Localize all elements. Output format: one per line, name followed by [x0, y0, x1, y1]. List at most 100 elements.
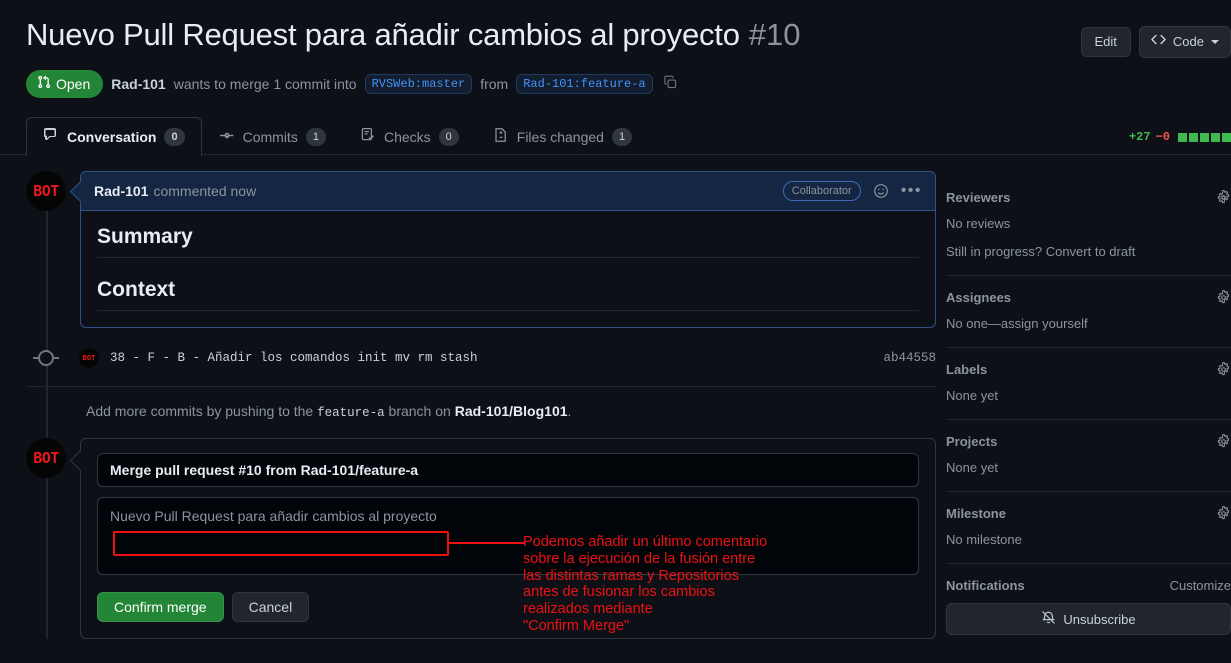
sidebar-milestone-title: Milestone [946, 506, 1006, 521]
merge-actions: Confirm merge Cancel [97, 592, 919, 622]
tab-files-changed-count: 1 [611, 127, 633, 146]
sidebar-section-milestone: Milestone No milestone [946, 491, 1231, 563]
avatar[interactable]: BOT [26, 171, 66, 211]
pr-tabs: Conversation 0 Commits 1 Checks 0 Files … [0, 116, 1231, 156]
copy-icon[interactable] [663, 75, 678, 93]
commit-avatar-label: BOT [82, 354, 96, 362]
more-options-icon[interactable]: ••• [901, 183, 922, 199]
merge-form-row: BOT Confirm merge Cancel [26, 438, 936, 639]
heading-context: Context [97, 278, 919, 311]
code-brackets-icon [1151, 32, 1166, 52]
code-button-label: Code [1172, 34, 1204, 49]
pull-request-icon [37, 75, 51, 93]
tab-checks-label: Checks [383, 128, 431, 145]
page-title: Nuevo Pull Request para añadir cambios a… [26, 17, 740, 52]
comment-box: Rad-101 commented now Collaborator ••• S… [80, 171, 936, 328]
commit-icon [219, 127, 235, 146]
edit-button[interactable]: Edit [1080, 27, 1131, 57]
customize-link[interactable]: Customize [1170, 578, 1231, 593]
author-name: Rad-101 [111, 76, 166, 92]
timeline-column: BOT Rad-101 commented now Collaborator •… [26, 171, 936, 639]
commit-item: BOT 38 - F - B - Añadir los comandos ini… [26, 348, 936, 368]
pr-meta-from: from [480, 76, 509, 92]
head-branch-badge[interactable]: Rad-101:feature-a [516, 74, 653, 94]
merge-avatar-label: BOT [33, 449, 59, 467]
emoji-reaction-icon[interactable] [873, 183, 889, 199]
commit-message[interactable]: 38 - F - B - Añadir los comandos init mv… [110, 351, 478, 365]
code-button[interactable]: Code [1138, 26, 1231, 58]
tab-conversation[interactable]: Conversation 0 [26, 117, 202, 156]
add-commits-suffix: . [567, 403, 572, 419]
add-more-commits-text: Add more commits by pushing to the featu… [86, 403, 936, 420]
status-badge: Open [26, 70, 104, 98]
comment-item: BOT Rad-101 commented now Collaborator •… [26, 171, 936, 328]
comment-header: Rad-101 commented now Collaborator ••• [81, 172, 935, 211]
file-diff-icon [493, 127, 509, 146]
sidebar-section-assignees: Assignees No one—assign yourself [946, 275, 1231, 347]
header-actions: Edit Code [1080, 26, 1231, 58]
pr-meta: Open Rad-101 wants to merge 1 commit int… [26, 70, 1231, 98]
sidebar-section-projects: Projects None yet [946, 419, 1231, 491]
sidebar-reviewers-header: Reviewers [946, 190, 1231, 205]
comment-author[interactable]: Rad-101 [94, 183, 148, 199]
unsubscribe-button[interactable]: Unsubscribe [946, 603, 1231, 635]
sidebar-section-notifications: Notifications Customize Unsubscribe [946, 563, 1231, 649]
merge-title-input[interactable] [97, 453, 919, 487]
commit-avatar[interactable]: BOT [79, 348, 99, 368]
sidebar-milestone-header: Milestone [946, 506, 1231, 521]
pull-request-page: Nuevo Pull Request para añadir cambios a… [0, 0, 1231, 663]
gear-icon[interactable] [1216, 506, 1231, 521]
commit-hash[interactable]: ab44558 [883, 351, 936, 365]
pr-meta-author: Rad-101 [111, 76, 165, 92]
annotation-text: Podemos añadir un último comentario sobr… [523, 534, 768, 634]
bell-slash-icon [1041, 610, 1056, 628]
sidebar-assignees-header: Assignees [946, 290, 1231, 305]
pr-header: Nuevo Pull Request para añadir cambios a… [0, 0, 1231, 98]
tab-checks-count: 0 [438, 127, 459, 146]
sidebar-section-reviewers: Reviewers No reviews Still in progress? … [946, 190, 1231, 275]
merge-description-input[interactable] [97, 497, 919, 575]
cancel-button[interactable]: Cancel [231, 592, 310, 622]
sidebar-milestone-value: No milestone [946, 532, 1022, 547]
sidebar-projects-value: None yet [946, 460, 999, 475]
gear-icon[interactable] [1216, 190, 1231, 205]
sidebar-labels-title: Labels [946, 362, 988, 377]
sidebar-assignees-title: Assignees [946, 290, 1012, 305]
timeline-divider [26, 386, 936, 387]
status-badge-label: Open [56, 76, 91, 92]
sidebar-projects-header: Projects [946, 434, 1231, 449]
tab-commits-label: Commits [242, 128, 298, 145]
annotation-leader-line [449, 542, 525, 544]
sidebar-notifications-title: Notifications [946, 578, 1025, 593]
sidebar-notifications-header: Notifications Customize [946, 578, 1231, 593]
sidebar-labels-value: None yet [946, 388, 999, 403]
commit-node-icon [33, 350, 59, 366]
comment-header-actions: Collaborator ••• [782, 181, 922, 201]
pr-number: #10 [748, 17, 801, 52]
tab-conversation-count: 0 [164, 127, 185, 146]
tab-commits-count: 1 [305, 127, 326, 146]
convert-to-draft-link[interactable]: Still in progress? Convert to draft [946, 243, 1231, 261]
tab-files-changed[interactable]: Files changed 1 [476, 117, 649, 156]
sidebar-labels-header: Labels [946, 362, 1231, 377]
pr-title-row: Nuevo Pull Request para añadir cambios a… [26, 14, 1231, 56]
comment-body: Summary Context [81, 211, 935, 327]
tab-commits[interactable]: Commits 1 [202, 117, 343, 156]
merge-box: Confirm merge Cancel [80, 438, 936, 639]
add-commits-branch: feature-a [317, 406, 385, 420]
merge-avatar[interactable]: BOT [26, 438, 66, 478]
confirm-merge-button[interactable]: Confirm merge [97, 592, 224, 622]
sidebar-reviewers-title: Reviewers [946, 190, 1011, 205]
sidebar-assignees-value[interactable]: No one—assign yourself [946, 315, 1231, 333]
gear-icon[interactable] [1216, 362, 1231, 377]
avatar-label: BOT [33, 182, 59, 200]
sidebar-projects-title: Projects [946, 434, 998, 449]
unsubscribe-label: Unsubscribe [1063, 611, 1136, 627]
add-commits-repo: Rad-101/Blog101 [454, 403, 568, 419]
collaborator-badge: Collaborator [782, 181, 861, 201]
tab-files-changed-label: Files changed [516, 128, 604, 145]
gear-icon[interactable] [1216, 434, 1231, 449]
tab-checks[interactable]: Checks 0 [343, 117, 476, 156]
base-branch-badge[interactable]: RVSWeb:master [364, 74, 473, 94]
gear-icon[interactable] [1216, 290, 1231, 305]
